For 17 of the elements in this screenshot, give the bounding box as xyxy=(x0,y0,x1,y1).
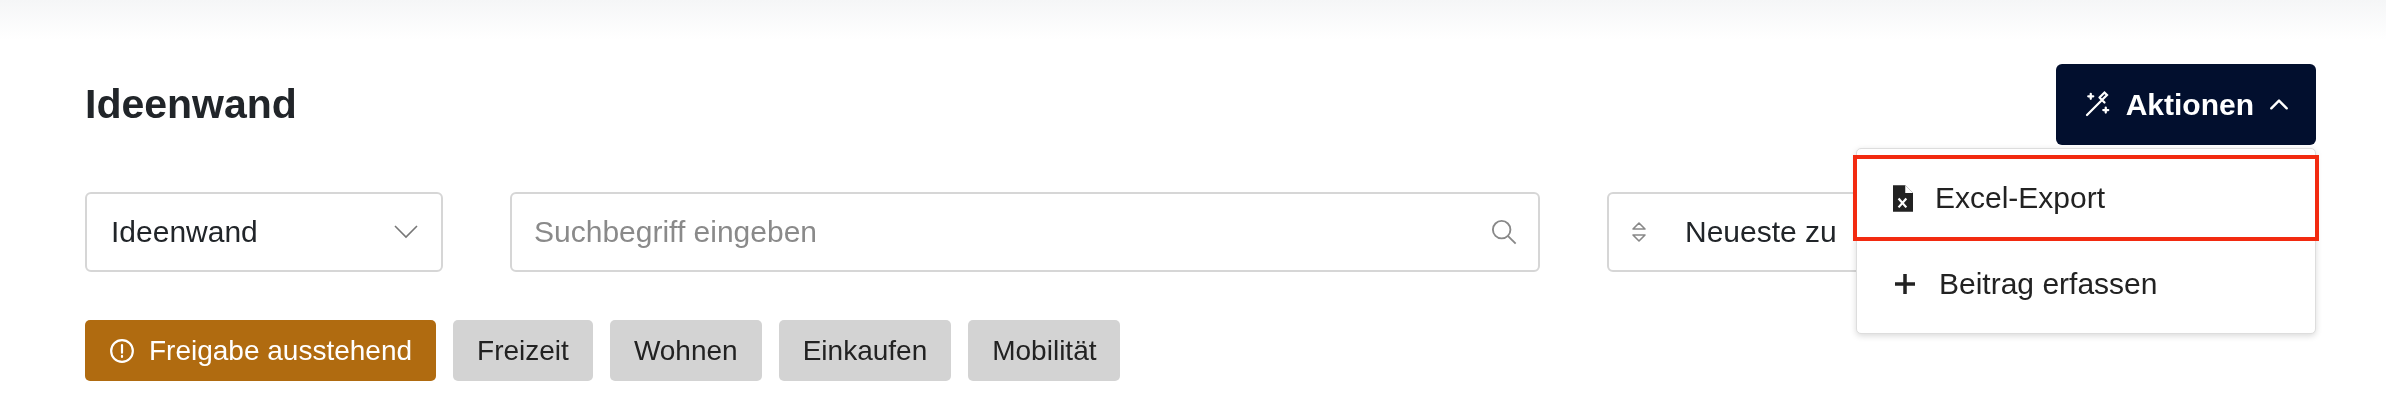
chevron-down-icon xyxy=(393,225,419,239)
search-field[interactable]: Suchbegriff eingeben xyxy=(510,192,1540,272)
page-title: Ideenwand xyxy=(85,81,297,128)
tag[interactable]: Einkaufen xyxy=(778,320,952,381)
sort-icon xyxy=(1631,220,1647,244)
tag[interactable]: Wohnen xyxy=(609,320,762,381)
menu-item[interactable]: Beitrag erfassen xyxy=(1853,241,2319,327)
plus-icon xyxy=(1893,272,1917,296)
actions-button[interactable]: Aktionen xyxy=(2055,64,2316,145)
search-icon xyxy=(1490,218,1518,246)
tag[interactable]: Freigabe ausstehend xyxy=(85,320,437,381)
excel-file-icon xyxy=(1893,184,1913,212)
tag[interactable]: Mobilität xyxy=(968,320,1121,381)
menu-item[interactable]: Excel-Export xyxy=(1853,155,2319,241)
exclamation-circle-icon xyxy=(109,337,135,364)
board-select[interactable]: Ideenwand xyxy=(85,192,443,272)
tag[interactable]: Freizeit xyxy=(453,320,593,381)
